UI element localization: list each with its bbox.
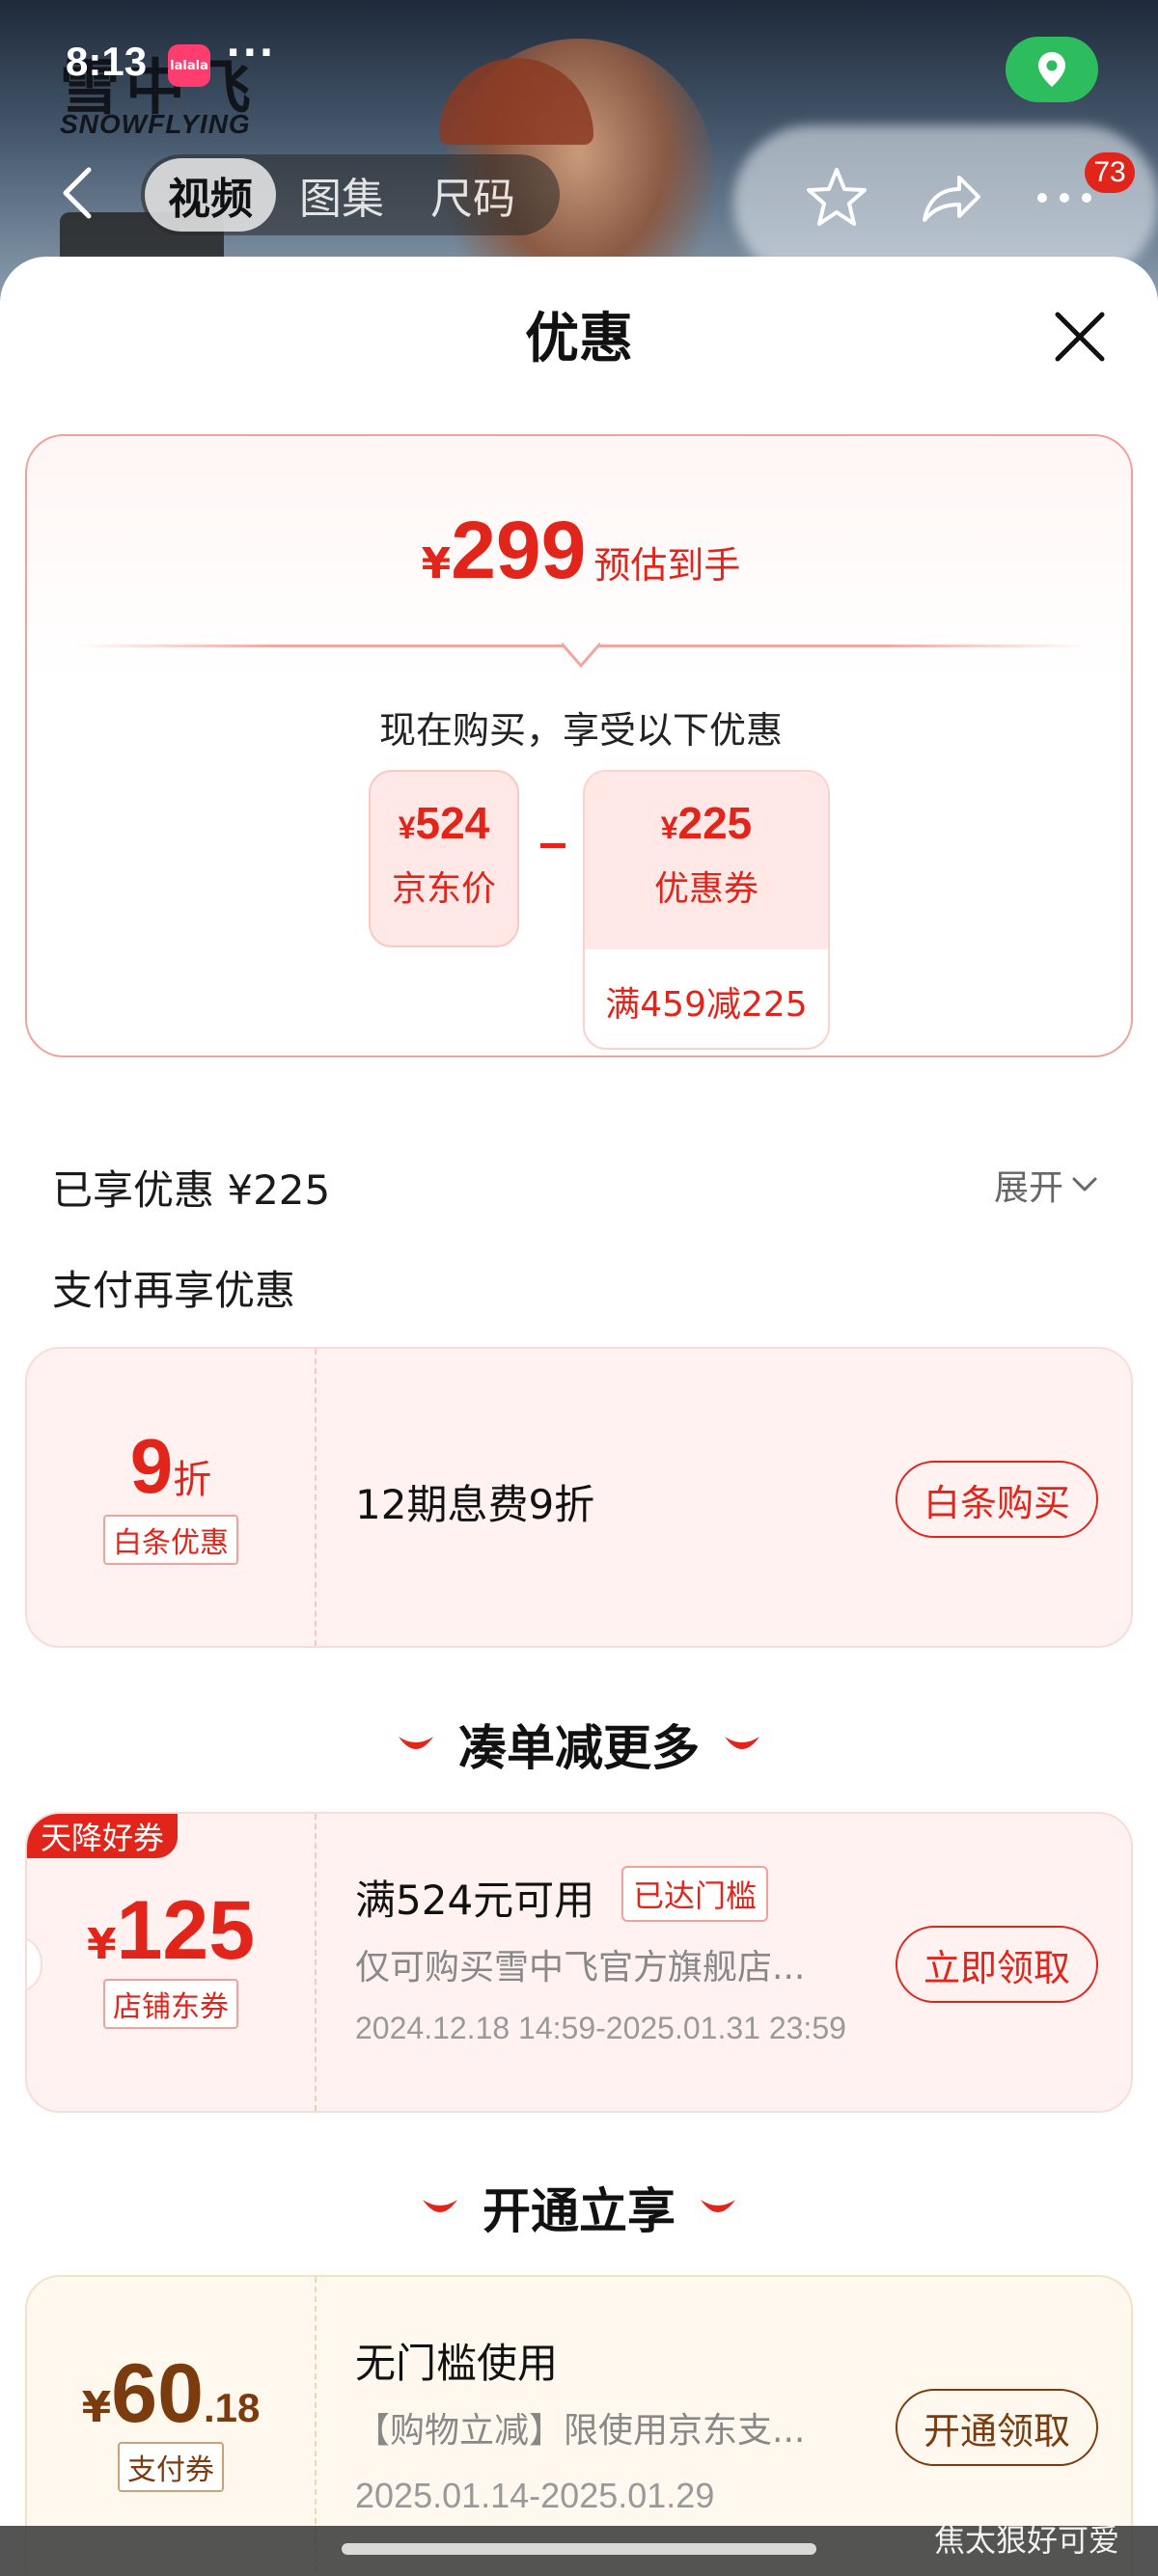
- tab-gallery[interactable]: 图集: [276, 158, 407, 232]
- smile-decoration-icon: [725, 1737, 759, 1749]
- notification-app-icon: lalala: [168, 44, 210, 87]
- baitiao-buy-button[interactable]: 白条购买: [896, 1461, 1098, 1538]
- baitiao-tag: 白条优惠: [103, 1515, 238, 1565]
- location-pin-icon: [1038, 52, 1065, 87]
- estimated-price-card: ¥299 预估到手 现在购买，享受以下优惠 ¥524 京东价 ¥225 优惠券 满…: [25, 434, 1133, 1057]
- jd-price-value: 524: [415, 798, 490, 848]
- discount-intro-text: 现在购买，享受以下优惠: [378, 709, 783, 752]
- smile-decoration-icon: [423, 2200, 457, 2212]
- divider-notch-icon: [562, 643, 600, 669]
- pay-coupon-amount: 60: [111, 2347, 204, 2440]
- pay-coupon-validity: 2025.01.14-2025.01.29: [355, 2476, 715, 2515]
- baitiao-discount-unit: 折: [173, 1458, 212, 1502]
- back-arrow-icon[interactable]: [56, 164, 98, 222]
- currency-symbol: ¥: [81, 2383, 112, 2432]
- enjoyed-discount-text: 已享优惠 ¥225: [52, 1166, 331, 1214]
- shop-coupon-scope: 仅可购买雪中飞官方旗舰店...: [355, 1948, 806, 1987]
- estimated-price: ¥299 预估到手: [27, 504, 1135, 597]
- tab-video[interactable]: 视频: [145, 158, 276, 232]
- coupon-divider: [315, 1814, 317, 2111]
- currency-symbol: ¥: [660, 810, 678, 845]
- shop-coupon-tag: 店铺东券: [103, 1979, 238, 2029]
- pay-coupon-title: 无门槛使用: [355, 2340, 559, 2387]
- share-icon[interactable]: [917, 164, 984, 232]
- minus-sign: [540, 843, 565, 848]
- pay-coupon-scope: 【购物立减】限使用京东支...: [355, 2411, 806, 2451]
- estimated-price-value: 299: [451, 505, 587, 595]
- location-indicator[interactable]: [1006, 37, 1098, 102]
- shop-coupon-title: 满524元可用: [355, 1877, 595, 1924]
- estimated-price-label: 预估到手: [593, 544, 741, 587]
- pay-coupon-decimal: .18: [203, 2385, 261, 2430]
- lucky-coupon-tag: 天降好券: [27, 1814, 179, 1858]
- currency-symbol: ¥: [421, 539, 452, 589]
- shop-coupon-validity: 2024.12.18 14:59-2025.01.31 23:59: [355, 2011, 846, 2045]
- coupon-label: 优惠券: [653, 869, 758, 909]
- expand-label: 展开: [994, 1168, 1064, 1208]
- media-tabs: 视频 图集 尺码: [141, 154, 560, 235]
- smile-decoration-icon: [399, 1737, 433, 1749]
- currency-symbol: ¥: [86, 1920, 117, 1969]
- cart-count-badge: 73: [1085, 152, 1135, 193]
- shop-coupon-amount: 125: [116, 1884, 256, 1977]
- threshold-reached-badge: 已达门槛: [621, 1866, 769, 1922]
- status-time: 8:13: [66, 39, 148, 84]
- baitiao-description: 12期息费9折: [355, 1481, 595, 1528]
- baitiao-offer-card: 9折 白条优惠 12期息费9折 白条购买: [25, 1347, 1133, 1648]
- watermark-text: 焦太狠好可爱: [934, 2522, 1120, 2559]
- close-icon[interactable]: [1054, 311, 1106, 363]
- pay-coupon-tag: 支付券: [118, 2442, 224, 2492]
- activate-claim-button[interactable]: 开通领取: [896, 2389, 1098, 2466]
- pay-more-heading: 支付再享优惠: [52, 1267, 296, 1314]
- baitiao-discount-value: 9: [129, 1423, 174, 1509]
- brand-name-en: SNOWFLYING: [60, 109, 251, 139]
- section-heading-open: 开通立享: [0, 2173, 1158, 2242]
- shop-coupon-value-block: ¥125 店铺东券: [27, 1814, 315, 2111]
- coupon-divider: [315, 1349, 317, 1646]
- coupon-deduction-box: ¥225 优惠券 满459减225: [583, 770, 830, 1050]
- jd-price-label: 京东价: [391, 869, 496, 909]
- coupon-condition: 满459减225: [605, 985, 808, 1025]
- sheet-title: 优惠: [525, 308, 633, 370]
- section-title-more: 凑单减更多: [458, 1720, 700, 1776]
- baitiao-discount-block: 9折 白条优惠: [27, 1349, 315, 1646]
- discount-sheet: 优惠 ¥299 预估到手 现在购买，享受以下优惠 ¥524 京东价 ¥225 优惠…: [0, 257, 1158, 2576]
- currency-symbol: ¥: [398, 810, 416, 845]
- jd-price-box: ¥524 京东价: [369, 770, 519, 947]
- star-icon[interactable]: [803, 164, 870, 232]
- coupon-value: 225: [677, 798, 753, 848]
- smile-decoration-icon: [701, 2200, 735, 2212]
- shop-coupon-card: ¥125 店铺东券 天降好券 满524元可用 已达门槛 仅可购买雪中飞官方旗舰店…: [25, 1812, 1133, 2113]
- tab-size[interactable]: 尺码: [407, 158, 538, 232]
- chevron-down-icon: [1072, 1177, 1097, 1192]
- section-title-open: 开通立享: [482, 2183, 676, 2239]
- status-more-icon: ···: [226, 31, 276, 75]
- section-heading-more: 凑单减更多: [0, 1710, 1158, 1779]
- home-indicator[interactable]: [342, 2543, 816, 2555]
- expand-toggle[interactable]: 展开: [994, 1160, 1098, 1210]
- claim-now-button[interactable]: 立即领取: [896, 1926, 1098, 2003]
